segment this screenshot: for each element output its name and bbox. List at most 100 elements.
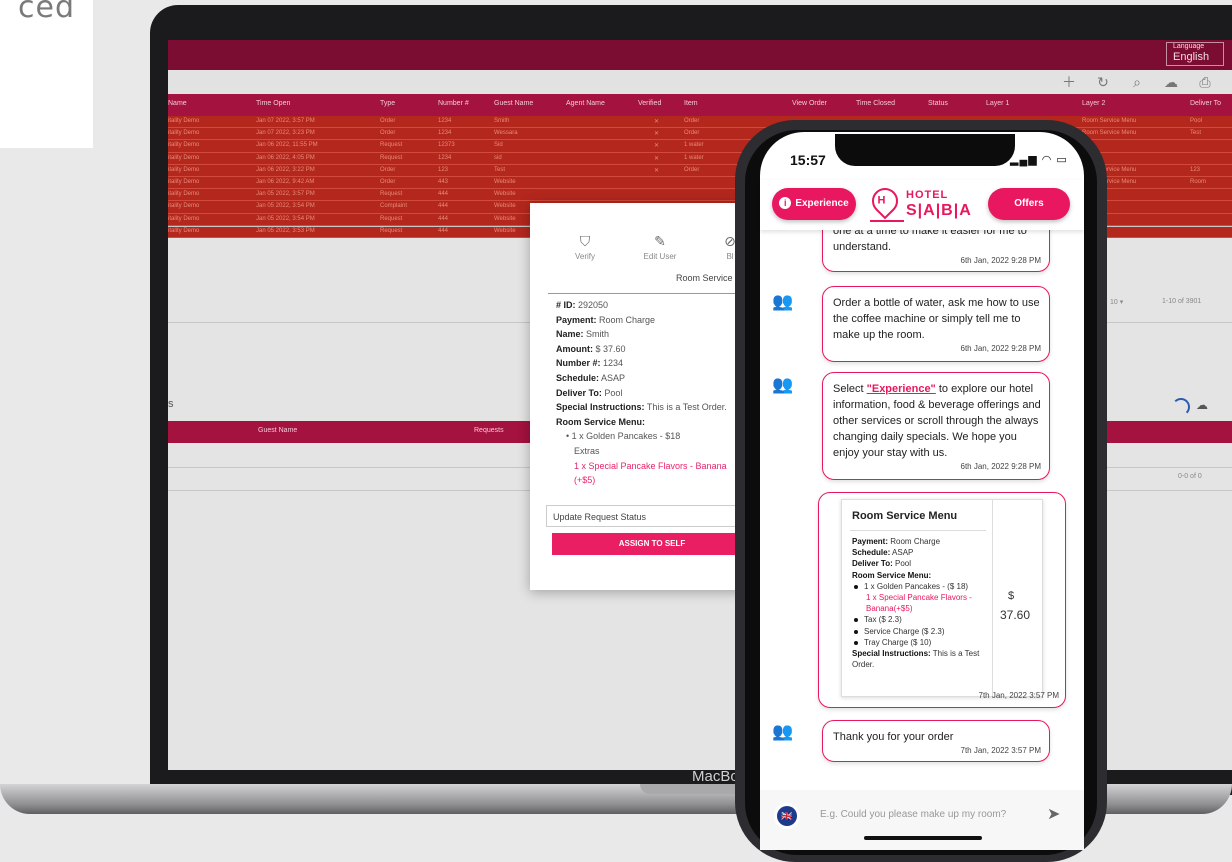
- hotel-logo: H HOTEL S|A|B|A: [866, 182, 980, 226]
- column-header[interactable]: Guest Name: [494, 100, 533, 107]
- edit-user-action[interactable]: ✎ Edit User: [635, 233, 685, 261]
- card-service-charge: Service Charge ($ 2.3): [852, 626, 988, 637]
- column-header[interactable]: Time Open: [256, 100, 290, 107]
- table-cell-item: Order: [684, 166, 700, 173]
- verify-label: Verify: [574, 252, 595, 261]
- table-cell-verified: ✕: [654, 167, 660, 174]
- send-icon[interactable]: ➤: [1047, 804, 1060, 824]
- table-cell-number: 444: [438, 227, 449, 234]
- table-cell-name: itality Demo: [168, 178, 200, 185]
- card-details: Payment: Room Charge Schedule: ASAP Deli…: [852, 536, 988, 670]
- column-header[interactable]: Name: [168, 100, 187, 107]
- table-cell-layer2: Room Service Menu: [1082, 118, 1137, 124]
- table-cell-layer2: Room Service Menu: [1082, 130, 1137, 137]
- column-header[interactable]: Guest Name: [258, 427, 297, 434]
- table-cell-name: itality Demo: [168, 166, 200, 173]
- table-cell-name: itality Demo: [168, 118, 200, 124]
- table-cell-guest: sid: [494, 154, 502, 161]
- chat-input[interactable]: E.g. Could you please make up my room?: [820, 809, 1006, 820]
- card-title: Room Service Menu: [852, 510, 958, 522]
- order-special-instructions: Special Instructions: This is a Test Ord…: [556, 402, 727, 413]
- experience-link[interactable]: "Experience": [867, 383, 936, 395]
- order-number: Number #: 1234: [556, 358, 624, 369]
- column-header[interactable]: Deliver To: [1190, 100, 1221, 107]
- table-cell-time: Jan 07 2022, 3:57 PM: [256, 118, 315, 124]
- table-cell-guest: Website: [494, 203, 516, 210]
- bot-avatar-icon: 👥: [772, 722, 794, 741]
- table-cell-verified: ✕: [654, 119, 660, 125]
- card-schedule: Schedule: ASAP: [852, 548, 914, 558]
- divider: [850, 530, 986, 531]
- shield-check-icon: ⛉: [579, 233, 591, 249]
- rows-per-page[interactable]: 10 ▾: [1110, 298, 1123, 306]
- assign-to-self-button[interactable]: ASSIGN TO SELF: [552, 533, 745, 555]
- order-extra-price: (+$5): [574, 475, 596, 486]
- message-time: 6th Jan, 2022 9:28 PM: [960, 256, 1042, 265]
- offers-button[interactable]: Offers: [988, 188, 1070, 220]
- uk-flag-icon[interactable]: 🇬🇧: [777, 806, 797, 826]
- language-select[interactable]: Language English: [1166, 42, 1224, 66]
- divider: [992, 500, 993, 696]
- column-header[interactable]: Agent Name: [566, 100, 605, 107]
- column-header[interactable]: Time Closed: [856, 100, 895, 107]
- table-cell-type: Request: [380, 142, 403, 149]
- print-icon[interactable]: ⎙: [1196, 73, 1214, 91]
- column-header[interactable]: Layer 1: [986, 100, 1009, 107]
- logo-underline: [870, 220, 904, 222]
- table-cell-name: itality Demo: [168, 142, 200, 149]
- logo-text-bottom: S|A|B|A: [906, 202, 972, 219]
- table-cell-name: itality Demo: [168, 191, 200, 198]
- table-cell-time: Jan 06 2022, 9:42 AM: [256, 178, 315, 185]
- order-summary-message: Room Service Menu Payment: Room Charge S…: [818, 492, 1066, 708]
- table-cell-type: Order: [380, 118, 396, 124]
- table-cell-time: Jan 06 2022, 3:22 PM: [256, 166, 315, 173]
- order-amount: Amount: $ 37.60: [556, 343, 626, 354]
- table-cell-deliver: 123: [1190, 166, 1201, 173]
- table-cell-number: 1234: [438, 118, 452, 124]
- column-header[interactable]: Verified: [638, 100, 661, 107]
- logo-text-top: HOTEL: [906, 189, 949, 201]
- corner-panel: ced: [0, 0, 93, 148]
- search-icon[interactable]: ⌕: [1128, 73, 1146, 91]
- order-menu-label: Room Service Menu:: [556, 416, 646, 427]
- plus-icon[interactable]: ＋: [1060, 73, 1078, 91]
- top-bar: Language English: [168, 40, 1232, 70]
- table-cell-time: Jan 05 2022, 3:54 PM: [256, 215, 315, 222]
- table-cell-verified: ✕: [654, 143, 660, 150]
- experience-button[interactable]: i Experience: [772, 188, 856, 220]
- column-header[interactable]: Status: [928, 100, 948, 107]
- card-tray-charge: Tray Charge ($ 10): [852, 637, 988, 648]
- table-cell-type: Request: [380, 154, 403, 161]
- order-summary-card: Room Service Menu Payment: Room Charge S…: [841, 499, 1043, 697]
- table-cell-deliver: Pool: [1190, 118, 1203, 124]
- column-header[interactable]: Layer 2: [1082, 100, 1105, 107]
- table-cell-time: Jan 05 2022, 3:53 PM: [256, 227, 315, 234]
- table-cell-guest: Website: [494, 178, 516, 185]
- column-header[interactable]: View Order: [792, 100, 827, 107]
- column-header[interactable]: Number #: [438, 100, 469, 107]
- refresh-icon[interactable]: ↻: [1094, 73, 1112, 91]
- table-cell-time: Jan 05 2022, 3:54 PM: [256, 203, 315, 210]
- table-cell-verified: ✕: [654, 155, 660, 162]
- language-caption: Language: [1173, 43, 1205, 50]
- cloud-download-icon[interactable]: ☁: [1196, 398, 1208, 412]
- order-id: # ID: 292050: [556, 300, 609, 310]
- table-cell-number: 444: [438, 215, 449, 222]
- table-cell-guest: Wessara: [494, 130, 518, 137]
- card-deliver-to: Deliver To: Pool: [852, 559, 911, 569]
- cloud-download-icon[interactable]: ☁: [1162, 73, 1180, 91]
- card-menu-label: Room Service Menu:: [852, 570, 932, 580]
- order-payment: Payment: Room Charge: [556, 314, 656, 325]
- verify-action[interactable]: ⛉ Verify: [560, 233, 610, 261]
- update-status-select[interactable]: Update Request Status: [546, 505, 745, 527]
- column-header[interactable]: Requests: [474, 427, 504, 434]
- column-header[interactable]: Item: [684, 100, 698, 107]
- loading-spinner-icon: [1172, 398, 1190, 416]
- order-detail-modal: ⛉ Verify ✎ Edit User ⊘ Bl Room Service # ID…: [530, 203, 745, 590]
- message-time: 7th Jan, 2022 3:57 PM: [978, 691, 1060, 700]
- message-text: Order a bottle of water, ask me how to u…: [833, 297, 1040, 341]
- column-header[interactable]: Type: [380, 100, 395, 107]
- table-cell-name: itality Demo: [168, 154, 200, 161]
- chat-composer: [760, 790, 1084, 850]
- table-cell-name: itality Demo: [168, 227, 200, 234]
